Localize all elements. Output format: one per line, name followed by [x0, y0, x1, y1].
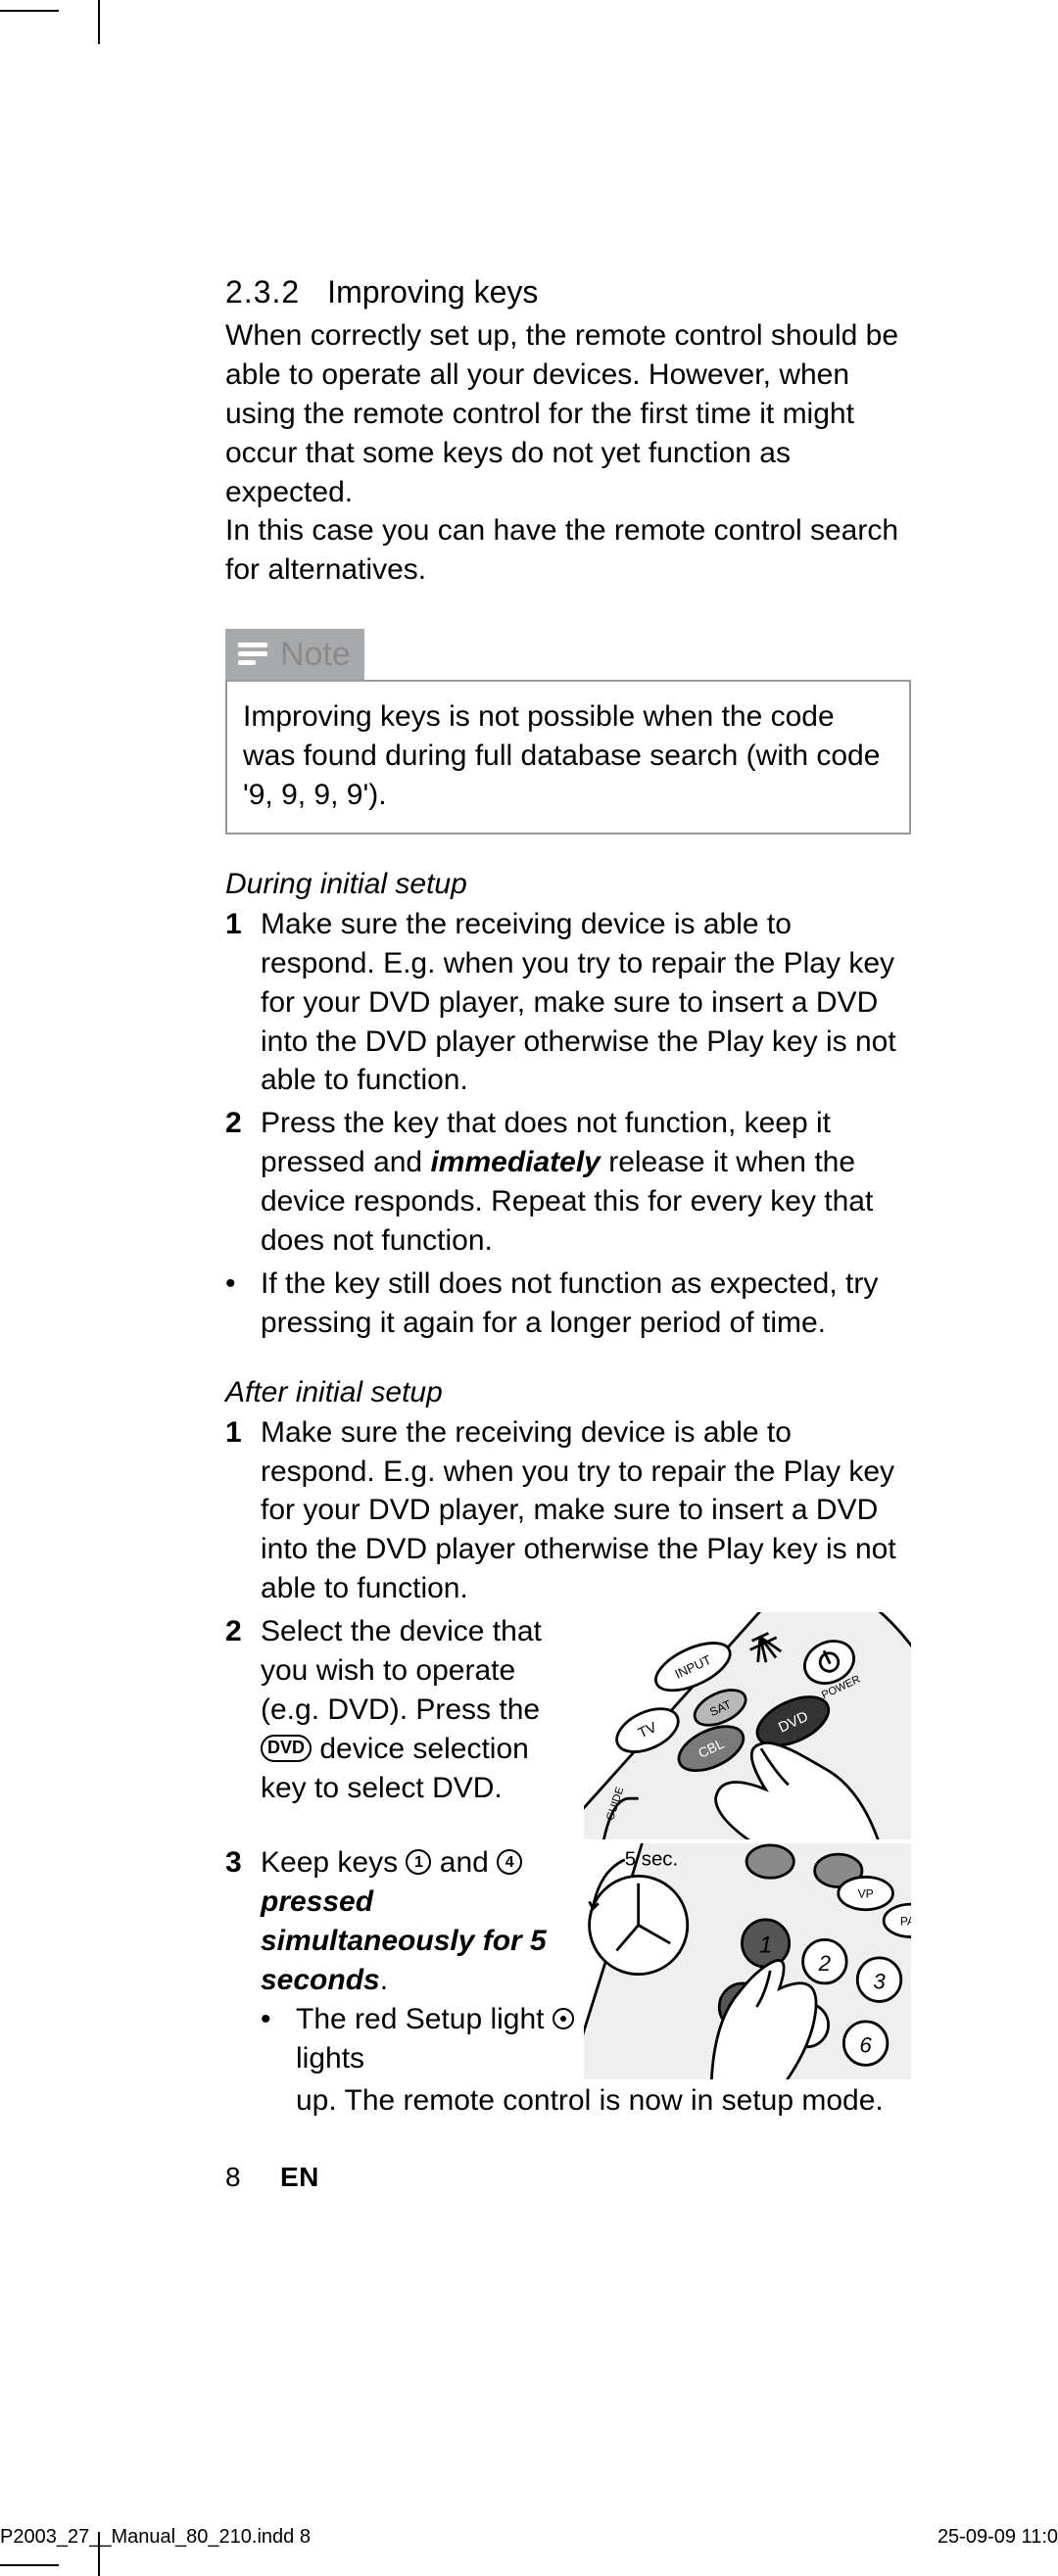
step-number: 2 — [225, 1612, 261, 1839]
svg-text:6: 6 — [859, 2032, 872, 2057]
print-meta-right: 25-09-09 11:0 — [938, 2526, 1058, 2549]
note-tab: Note — [225, 629, 364, 680]
step-number: 1 — [225, 905, 261, 1100]
step-number: 2 — [225, 1104, 261, 1261]
section-paragraph: When correctly set up, the remote contro… — [225, 316, 911, 511]
steps-initial: 1 Make sure the receiving device is able… — [225, 905, 911, 1343]
key-4-icon: 4 — [497, 1849, 522, 1875]
step-item: 3 Keep keys 1 and 4 pressed simultaneous… — [225, 1843, 911, 2124]
remote-select-illustration: INPUT POWER — [584, 1612, 911, 1839]
step-text: Make sure the receiving device is able t… — [261, 905, 911, 1100]
print-meta-left: P2003_27__Manual_80_210.indd 8 — [0, 2526, 311, 2549]
step-number: 1 — [225, 1413, 261, 1608]
page-number: 8 — [225, 2162, 280, 2193]
page-content: 2.3.2 Improving keys When correctly set u… — [98, 69, 1038, 2488]
bullet-marker: • — [261, 2000, 296, 2078]
step-text: Select the device that you wish to opera… — [261, 1612, 574, 1807]
section-title: Improving keys — [327, 274, 538, 310]
section-paragraph: In this case you can have the remote con… — [225, 511, 911, 590]
svg-text:3: 3 — [873, 1970, 886, 1994]
sub-bullet-continuation: up. The remote control is now in setup m… — [261, 2081, 911, 2121]
step-text: If the key still does not function as ex… — [261, 1264, 911, 1343]
step-bullet: • If the key still does not function as … — [225, 1264, 911, 1343]
step-item: 1 Make sure the receiving device is able… — [225, 1413, 911, 1608]
setup-light-icon — [553, 2008, 574, 2029]
step-text: Make sure the receiving device is able t… — [261, 1413, 911, 1608]
svg-text:2: 2 — [818, 1951, 832, 1976]
svg-text:VP: VP — [858, 1887, 874, 1901]
svg-text:5 sec.: 5 sec. — [625, 1848, 678, 1870]
crop-mark — [98, 0, 100, 44]
step-text: Press the key that does not function, ke… — [261, 1104, 911, 1261]
page-footer: 8 EN — [225, 2162, 911, 2193]
page-language: EN — [280, 2162, 319, 2193]
step-content: Keep keys 1 and 4 pressed simultaneously… — [261, 1843, 911, 2124]
step-number: 3 — [225, 1843, 261, 2124]
svg-text:PA: PA — [900, 1915, 911, 1929]
svg-text:1: 1 — [759, 1932, 772, 1958]
sub-bullet-text: The red Setup light lights up. The remot… — [296, 2000, 574, 2078]
note-label: Note — [280, 636, 351, 674]
step-text: Keep keys 1 and 4 pressed simultaneously… — [261, 1843, 574, 2081]
crop-mark — [0, 10, 59, 12]
remote-hold-illustration: 5 sec. VP PA 1 — [584, 1843, 911, 2079]
sub-bullet-text: up. The remote control is now in setup m… — [296, 2081, 884, 2121]
note-block: Note Improving keys is not possible when… — [225, 629, 911, 835]
step-content: Select the device that you wish to opera… — [261, 1612, 911, 1839]
subheading-initial: During initial setup — [225, 868, 911, 901]
note-icon — [235, 637, 270, 672]
step-item: 1 Make sure the receiving device is able… — [225, 905, 911, 1100]
section-number: 2.3.2 — [225, 274, 300, 310]
step-item: 2 Select the device that you wish to ope… — [225, 1612, 911, 1839]
key-1-icon: 1 — [406, 1849, 431, 1875]
section-heading: 2.3.2 Improving keys — [225, 274, 911, 310]
step-item: 2 Press the key that does not function, … — [225, 1104, 911, 1261]
crop-mark — [0, 2564, 59, 2566]
bullet-marker: • — [225, 1264, 261, 1343]
subheading-after: After initial setup — [225, 1376, 911, 1409]
steps-after: 1 Make sure the receiving device is able… — [225, 1413, 911, 2125]
sub-bullet: • The red Setup light lights up. The rem… — [261, 2000, 574, 2078]
note-body: Improving keys is not possible when the … — [225, 680, 911, 835]
dvd-key-icon: DVD — [261, 1735, 312, 1762]
